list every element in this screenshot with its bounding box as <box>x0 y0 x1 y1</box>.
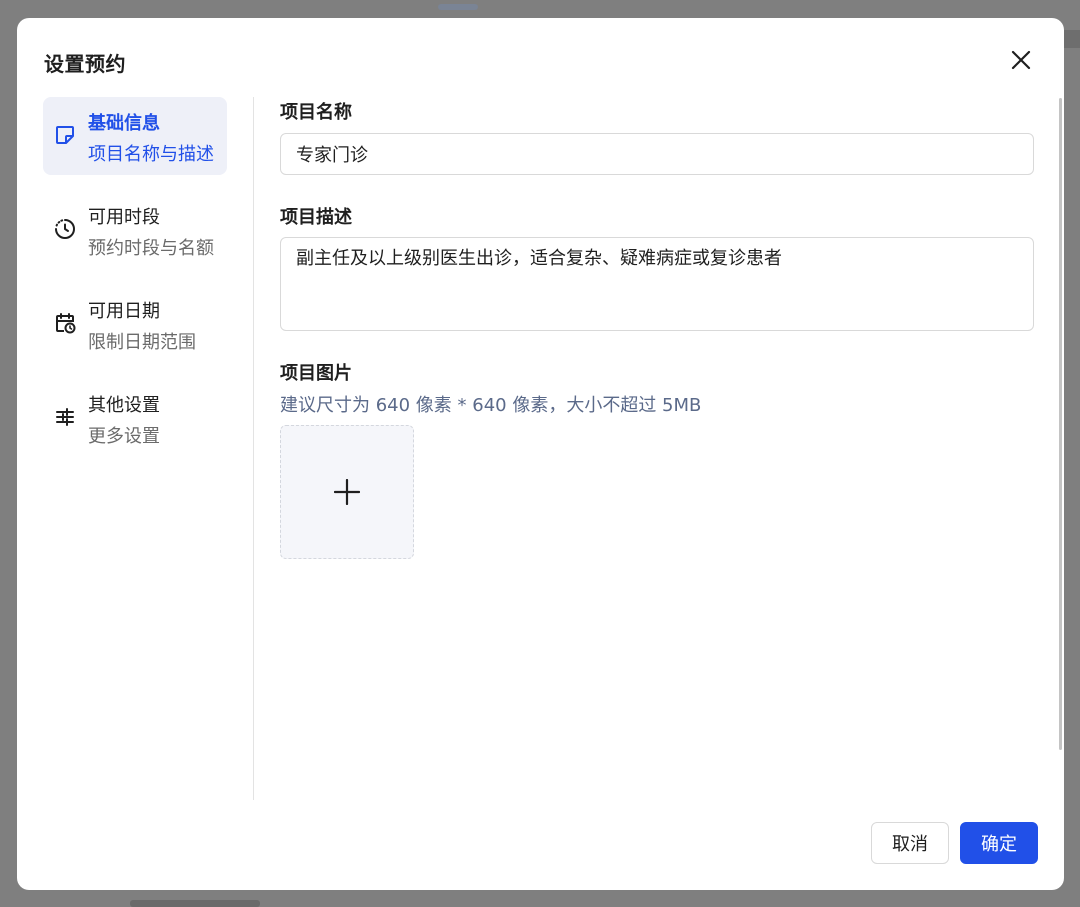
project-description-label: 项目描述 <box>280 207 352 228</box>
nav-item-title: 基础信息 <box>88 113 160 134</box>
note-icon <box>56 126 74 144</box>
project-name-input[interactable] <box>280 133 1034 175</box>
nav-item-title: 可用日期 <box>88 301 160 322</box>
background-page-hint <box>1064 30 1080 48</box>
confirm-button[interactable]: 确定 <box>960 822 1038 864</box>
background-page-hint <box>130 900 260 907</box>
nav-item-subtitle: 项目名称与描述 <box>88 144 214 165</box>
nav-item-title: 其他设置 <box>88 395 160 416</box>
project-description-textarea[interactable]: 副主任及以上级别医生出诊，适合复杂、疑难病症或复诊患者 <box>280 237 1034 331</box>
nav-item-available-dates[interactable]: 可用日期 限制日期范围 <box>43 285 227 363</box>
nav-item-other-settings[interactable]: 其他设置 更多设置 <box>43 379 227 457</box>
dialog-title: 设置预约 <box>44 52 126 76</box>
nav-item-title: 可用时段 <box>88 207 160 228</box>
close-button[interactable] <box>1007 46 1035 74</box>
sliders-icon <box>56 408 74 426</box>
project-name-label: 项目名称 <box>280 102 352 123</box>
nav-item-subtitle: 更多设置 <box>88 426 160 447</box>
nav-item-time-slots[interactable]: 可用时段 预约时段与名额 <box>43 191 227 269</box>
close-icon <box>1011 50 1031 70</box>
calendar-clock-icon <box>56 313 76 334</box>
image-upload-box[interactable] <box>280 425 414 559</box>
scrollbar[interactable] <box>1059 98 1062 750</box>
clock-icon <box>55 219 75 239</box>
nav-item-subtitle: 预约时段与名额 <box>88 238 214 259</box>
project-image-label: 项目图片 <box>280 363 352 384</box>
project-image-hint: 建议尺寸为 640 像素 * 640 像素，大小不超过 5MB <box>280 395 702 416</box>
nav-divider <box>253 97 254 800</box>
nav-item-basic-info[interactable]: 基础信息 项目名称与描述 <box>43 97 227 175</box>
cancel-button[interactable]: 取消 <box>871 822 949 864</box>
plus-icon <box>334 479 360 505</box>
nav-item-subtitle: 限制日期范围 <box>88 332 196 353</box>
booking-settings-dialog: 设置预约 基础信息 项目名称与描述 可用时段 预约时段与名额 可用日期 限制日期… <box>17 18 1064 890</box>
background-page-hint <box>438 4 478 10</box>
settings-nav: 基础信息 项目名称与描述 可用时段 预约时段与名额 可用日期 限制日期范围 其他… <box>43 97 227 473</box>
